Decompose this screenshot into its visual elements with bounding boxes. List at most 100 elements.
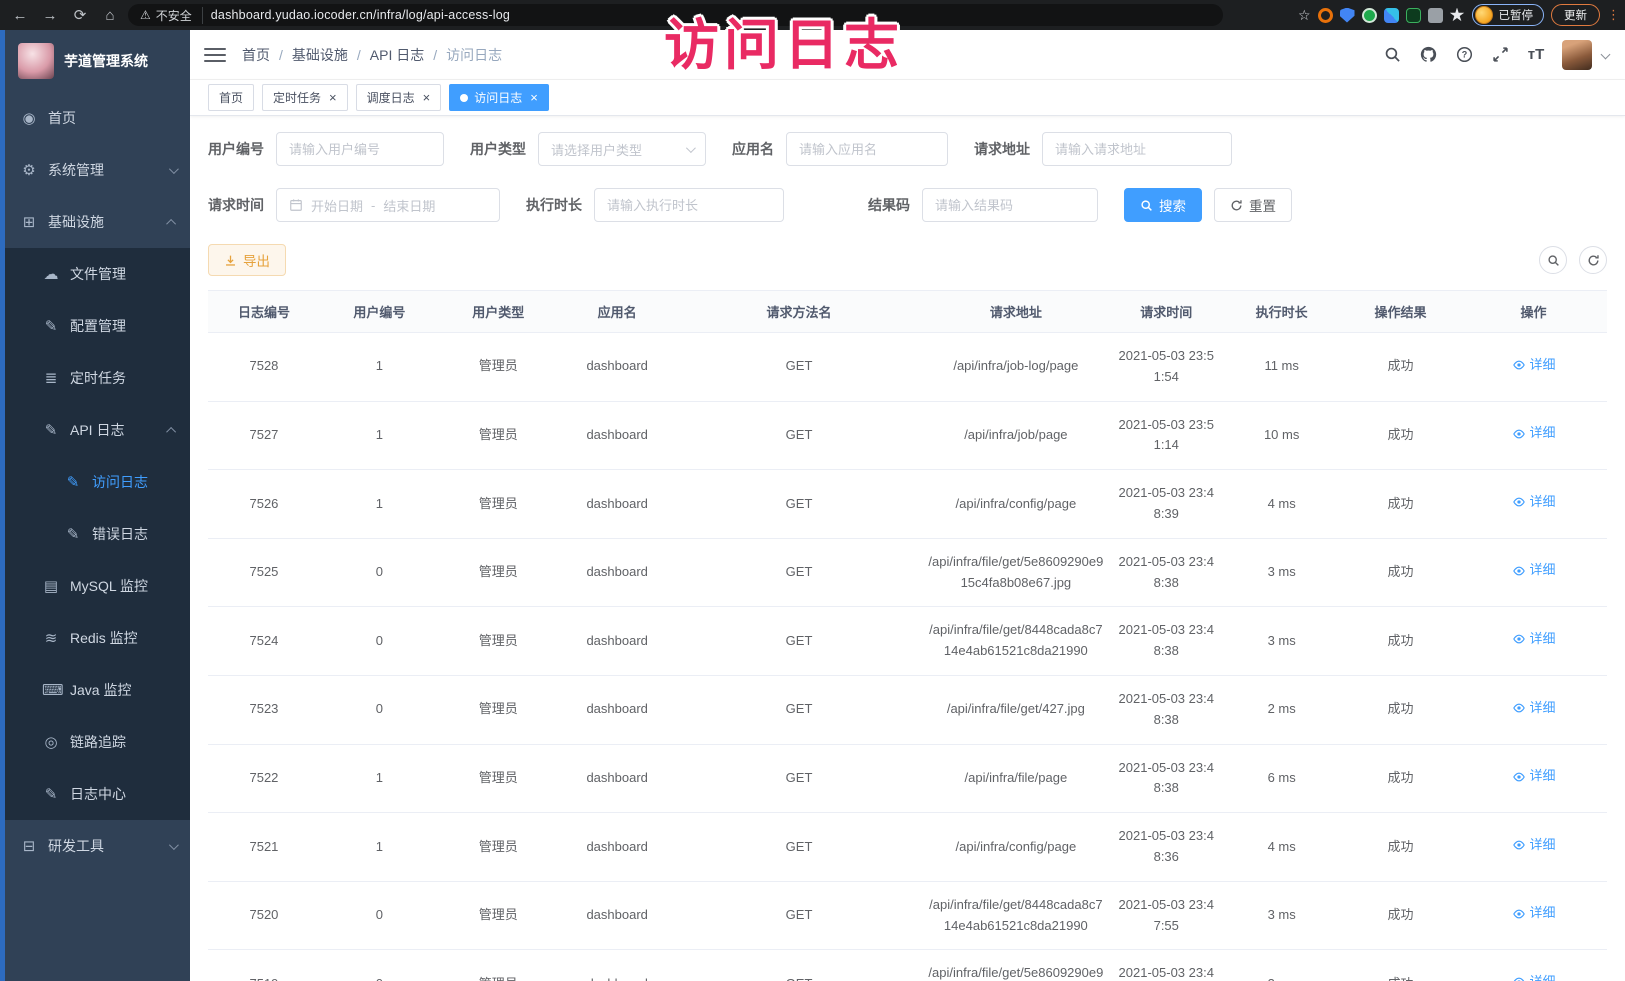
sidebar-item[interactable]: ✎ API 日志 bbox=[0, 404, 190, 456]
sidebar-item[interactable]: ⌨ Java 监控 bbox=[0, 664, 190, 716]
column-header[interactable]: 请求时间 bbox=[1110, 291, 1222, 333]
fullscreen-icon[interactable] bbox=[1490, 45, 1510, 65]
sidebar-item[interactable]: ✎ 访问日志 bbox=[0, 456, 190, 508]
sidebar-item-label: 定时任务 bbox=[70, 368, 126, 388]
duration-input[interactable] bbox=[594, 188, 784, 222]
detail-link[interactable]: 详细 bbox=[1512, 560, 1556, 581]
chevron-icon bbox=[166, 218, 176, 228]
user-avatar[interactable] bbox=[1562, 40, 1592, 70]
help-icon[interactable]: ? bbox=[1454, 45, 1474, 65]
cell-log-id: 7528 bbox=[208, 333, 320, 402]
detail-link[interactable]: 详细 bbox=[1512, 903, 1556, 924]
detail-link[interactable]: 详细 bbox=[1512, 972, 1556, 981]
column-header[interactable]: 日志编号 bbox=[208, 291, 320, 333]
address-bar[interactable]: ⚠不安全 dashboard.yudao.iocoder.cn/infra/lo… bbox=[128, 4, 1223, 26]
user-type-select[interactable]: 请选择用户类型 bbox=[538, 132, 706, 166]
tag-tab[interactable]: 首页 × bbox=[208, 84, 254, 111]
cell-app-name: dashboard bbox=[558, 333, 677, 402]
detail-link[interactable]: 详细 bbox=[1512, 492, 1556, 513]
hamburger-icon[interactable] bbox=[204, 48, 226, 62]
column-header[interactable]: 应用名 bbox=[558, 291, 677, 333]
github-icon[interactable] bbox=[1418, 45, 1438, 65]
refresh-table-button[interactable] bbox=[1579, 246, 1607, 274]
font-size-icon[interactable]: ᴛT bbox=[1526, 45, 1546, 65]
detail-link[interactable]: 详细 bbox=[1512, 766, 1556, 787]
column-header[interactable]: 用户编号 bbox=[320, 291, 439, 333]
table-row: 7527 1 管理员 dashboard GET /api/infra/job/… bbox=[208, 401, 1607, 470]
extension-darkgrid-icon[interactable] bbox=[1406, 8, 1421, 23]
tag-tab[interactable]: 访问日志 × bbox=[449, 84, 549, 111]
browser-menu-icon[interactable]: ⋮ bbox=[1607, 7, 1617, 23]
log-center-icon: ✎ bbox=[42, 785, 60, 803]
column-header[interactable]: 请求地址 bbox=[921, 291, 1110, 333]
breadcrumb-item[interactable]: 首页 bbox=[242, 45, 270, 65]
profile-status-label: 已暂停 bbox=[1499, 7, 1534, 23]
detail-link[interactable]: 详细 bbox=[1512, 698, 1556, 719]
browser-back-icon[interactable]: ← bbox=[8, 3, 32, 27]
sidebar-item[interactable]: ✎ 错误日志 bbox=[0, 508, 190, 560]
bookmark-star-icon[interactable]: ☆ bbox=[1298, 7, 1311, 24]
toggle-search-button[interactable] bbox=[1539, 246, 1567, 274]
detail-link-label: 详细 bbox=[1530, 766, 1556, 787]
security-label: 不安全 bbox=[156, 7, 192, 24]
tag-tab[interactable]: 调度日志 × bbox=[356, 84, 442, 111]
sidebar-item[interactable]: ☁ 文件管理 bbox=[0, 248, 190, 300]
sidebar-item[interactable]: ◉ 首页 bbox=[0, 92, 190, 144]
tag-tab[interactable]: 定时任务 × bbox=[262, 84, 348, 111]
extension-gray-icon[interactable] bbox=[1428, 8, 1443, 23]
sidebar-item[interactable]: ✎ 配置管理 bbox=[0, 300, 190, 352]
sidebar-logo-row[interactable]: 芋道管理系统 bbox=[0, 30, 190, 92]
sidebar-item[interactable]: ▤ MySQL 监控 bbox=[0, 560, 190, 612]
search-icon[interactable] bbox=[1382, 45, 1402, 65]
browser-forward-icon[interactable]: → bbox=[38, 3, 62, 27]
sidebar-item[interactable]: ⊟ 研发工具 bbox=[0, 820, 190, 872]
browser-update-button[interactable]: 更新 bbox=[1551, 4, 1600, 26]
sidebar-item[interactable]: ◎ 链路追踪 bbox=[0, 716, 190, 768]
detail-link[interactable]: 详细 bbox=[1512, 423, 1556, 444]
export-button[interactable]: 导出 bbox=[208, 244, 286, 276]
app-name-input[interactable] bbox=[786, 132, 948, 166]
range-separator: - bbox=[371, 198, 375, 213]
extension-donut-icon[interactable] bbox=[1318, 8, 1333, 23]
detail-link[interactable]: 详细 bbox=[1512, 835, 1556, 856]
close-icon[interactable]: × bbox=[530, 91, 538, 104]
security-warning[interactable]: ⚠不安全 bbox=[140, 7, 203, 24]
sidebar-item[interactable]: ≣ 定时任务 bbox=[0, 352, 190, 404]
cell-request-url: /api/infra/job-log/page bbox=[921, 333, 1110, 402]
sidebar-item[interactable]: ⊞ 基础设施 bbox=[0, 196, 190, 248]
sidebar: 芋道管理系统 ◉ 首页 ⚙ 系统管理 ⊞ 基础设施 ☁ 文件管理 bbox=[0, 30, 190, 981]
close-icon[interactable]: × bbox=[423, 91, 431, 104]
browser-home-icon[interactable]: ⌂ bbox=[98, 3, 122, 27]
sidebar-item[interactable]: ⚙ 系统管理 bbox=[0, 144, 190, 196]
close-icon[interactable]: × bbox=[329, 91, 337, 104]
reset-button[interactable]: 重置 bbox=[1214, 188, 1292, 222]
column-header[interactable]: 执行时长 bbox=[1222, 291, 1341, 333]
browser-reload-icon[interactable]: ⟳ bbox=[68, 3, 92, 27]
column-header[interactable]: 用户类型 bbox=[439, 291, 558, 333]
column-header[interactable]: 操作结果 bbox=[1341, 291, 1460, 333]
extension-grid-icon[interactable] bbox=[1384, 8, 1399, 23]
search-button[interactable]: 搜索 bbox=[1124, 188, 1202, 222]
result-code-input[interactable] bbox=[922, 188, 1098, 222]
browser-profile-chip[interactable]: 已暂停 bbox=[1472, 4, 1545, 26]
detail-link[interactable]: 详细 bbox=[1512, 629, 1556, 650]
eye-icon bbox=[1512, 701, 1526, 715]
extensions-pin-icon[interactable] bbox=[1450, 8, 1465, 23]
cell-user-id: 1 bbox=[320, 813, 439, 882]
request-time-range-picker[interactable]: 开始日期 - 结束日期 bbox=[276, 188, 500, 222]
detail-link[interactable]: 详细 bbox=[1512, 355, 1556, 376]
request-url-input[interactable] bbox=[1042, 132, 1232, 166]
column-header[interactable]: 操作 bbox=[1460, 291, 1607, 333]
breadcrumb-item[interactable]: API 日志 bbox=[348, 45, 424, 65]
breadcrumb-item[interactable]: 访问日志 bbox=[424, 45, 502, 65]
chevron-down-icon[interactable] bbox=[1601, 50, 1611, 60]
extension-green-icon[interactable] bbox=[1362, 8, 1377, 23]
user-id-input[interactable] bbox=[276, 132, 444, 166]
column-header[interactable]: 请求方法名 bbox=[677, 291, 922, 333]
sidebar-item[interactable]: ≋ Redis 监控 bbox=[0, 612, 190, 664]
access-log-table: 日志编号用户编号用户类型应用名请求方法名请求地址请求时间执行时长操作结果操作 7… bbox=[208, 290, 1607, 981]
sidebar-item-label: 首页 bbox=[48, 108, 76, 128]
extension-shield-icon[interactable] bbox=[1340, 8, 1355, 23]
sidebar-item[interactable]: ✎ 日志中心 bbox=[0, 768, 190, 820]
breadcrumb-item[interactable]: 基础设施 bbox=[270, 45, 348, 65]
